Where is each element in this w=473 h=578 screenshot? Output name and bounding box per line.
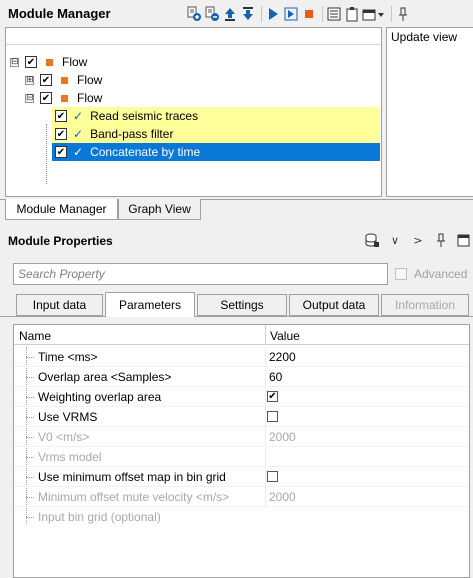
property-value-input[interactable]: 2200 xyxy=(269,350,296,364)
property-name: Overlap area <Samples> xyxy=(38,370,172,384)
module-tree[interactable]: ⊟ ✔ Flow ⊞ ✔ Flow ⊟ ✔ Flow ✔ ✓ Read seis… xyxy=(5,27,382,197)
tree-checkbox[interactable]: ✔ xyxy=(55,146,67,158)
property-name: Time <ms> xyxy=(38,350,98,364)
tab-module-manager[interactable]: Module Manager xyxy=(5,199,118,220)
module-properties-toolbar: ∨ > xyxy=(364,232,473,248)
window-dropdown-icon[interactable] xyxy=(362,6,386,22)
status-check-icon: ✓ xyxy=(73,127,84,141)
clipboard-icon[interactable] xyxy=(344,6,360,22)
tree-checkbox[interactable]: ✔ xyxy=(55,110,67,122)
database-icon[interactable] xyxy=(364,232,380,248)
flow-icon xyxy=(46,58,53,66)
tree-checkbox[interactable]: ✔ xyxy=(40,92,52,104)
tree-item-label: Flow xyxy=(62,55,88,69)
property-value: 2000 xyxy=(269,490,296,504)
property-row-min-offset-map[interactable]: Use minimum offset map in bin grid xyxy=(14,467,469,487)
property-name: Use VRMS xyxy=(38,410,98,424)
toolbar-divider xyxy=(391,6,392,22)
property-row-input-bin-grid: Input bin grid (optional) xyxy=(14,507,469,527)
move-up-icon[interactable] xyxy=(222,6,238,22)
add-module-icon[interactable] xyxy=(186,6,202,22)
tree-item-label: Flow xyxy=(77,91,103,105)
search-property-input[interactable]: Search Property xyxy=(13,263,388,285)
property-name: Use minimum offset map in bin grid xyxy=(38,470,226,484)
grid-header: Name Value xyxy=(14,325,469,345)
tree-item-flow-expanded[interactable]: ⊟ ✔ Flow xyxy=(25,89,102,107)
property-row-min-offset-velocity: Minimum offset mute velocity <m/s> 2000 xyxy=(14,487,469,507)
pin-icon[interactable] xyxy=(395,6,411,22)
tab-output-data[interactable]: Output data xyxy=(289,294,379,316)
move-down-icon[interactable] xyxy=(240,6,256,22)
tree-header xyxy=(6,28,381,45)
property-row-v0: V0 <m/s> 2000 xyxy=(14,427,469,447)
property-row-weighting-overlap[interactable]: Weighting overlap area ✔ xyxy=(14,387,469,407)
tree-item-read-seismic-traces[interactable]: ✔ ✓ Read seismic traces xyxy=(52,107,380,125)
property-checkbox[interactable] xyxy=(267,471,278,482)
tree-item-label: Flow xyxy=(77,73,103,87)
property-row-use-vrms[interactable]: Use VRMS xyxy=(14,407,469,427)
property-name: Minimum offset mute velocity <m/s> xyxy=(38,490,230,504)
property-value-input[interactable]: 60 xyxy=(269,370,282,384)
property-value: 2000 xyxy=(269,430,296,444)
stop-icon[interactable] xyxy=(301,6,317,22)
expand-icon[interactable]: ⊞ xyxy=(25,75,34,85)
run-icon[interactable] xyxy=(265,6,281,22)
property-name: V0 <m/s> xyxy=(38,430,90,444)
tree-item-label: Read seismic traces xyxy=(90,109,199,123)
property-row-overlap-area[interactable]: Overlap area <Samples> 60 xyxy=(14,367,469,387)
tree-item-concatenate-by-time[interactable]: ✔ ✓ Concatenate by time xyxy=(52,143,380,161)
column-name-header[interactable]: Name xyxy=(19,329,51,343)
property-checkbox[interactable] xyxy=(267,411,278,422)
module-manager-title: Module Manager xyxy=(8,6,111,21)
tree-checkbox[interactable]: ✔ xyxy=(25,56,37,68)
tab-baseline xyxy=(0,316,473,317)
tree-checkbox[interactable]: ✔ xyxy=(55,128,67,140)
module-manager-tabs: Module Manager Graph View xyxy=(0,199,473,221)
property-row-vrms-model: Vrms model xyxy=(14,447,469,467)
tree-item-label: Band-pass filter xyxy=(90,127,174,141)
flow-icon xyxy=(61,94,68,102)
tree-item-flow[interactable]: ⊞ ✔ Flow xyxy=(25,71,102,89)
advanced-label: Advanced xyxy=(414,267,468,281)
tab-information: Information xyxy=(381,294,469,316)
tree-connector xyxy=(46,124,47,184)
pin-icon[interactable] xyxy=(433,232,449,248)
flow-icon xyxy=(61,76,68,84)
collapse-icon[interactable]: ⊟ xyxy=(25,93,34,103)
column-value-header[interactable]: Value xyxy=(270,329,300,343)
update-view-label: Update view xyxy=(391,30,458,44)
advanced-toggle[interactable]: Advanced xyxy=(395,267,467,281)
module-properties-title: Module Properties xyxy=(8,234,113,248)
tab-settings[interactable]: Settings xyxy=(197,294,287,316)
collapse-icon[interactable]: ⊟ xyxy=(10,57,19,67)
tree-item-flow-root[interactable]: ⊟ ✔ Flow xyxy=(10,53,87,71)
tab-input-data[interactable]: Input data xyxy=(16,294,103,316)
toolbar-divider xyxy=(322,6,323,22)
tree-checkbox[interactable]: ✔ xyxy=(40,74,52,86)
update-view-panel: Update view xyxy=(386,27,473,197)
remove-module-icon[interactable] xyxy=(204,6,220,22)
property-row-time[interactable]: Time <ms> 2200 xyxy=(14,347,469,367)
advanced-checkbox[interactable] xyxy=(395,268,407,280)
property-grid[interactable]: Name Value Time <ms> 2200 Overlap area <… xyxy=(13,324,470,578)
property-checkbox[interactable]: ✔ xyxy=(267,391,278,402)
toolbar-divider xyxy=(261,6,262,22)
property-name: Vrms model xyxy=(38,450,102,464)
module-manager-toolbar xyxy=(186,4,413,24)
status-check-icon: ✓ xyxy=(73,145,84,159)
tree-item-label: Concatenate by time xyxy=(90,145,201,159)
chevron-down-icon[interactable]: ∨ xyxy=(387,232,403,248)
tab-parameters[interactable]: Parameters xyxy=(105,292,195,317)
run-step-icon[interactable] xyxy=(283,6,299,22)
status-check-icon: ✓ xyxy=(73,109,84,123)
list-icon[interactable] xyxy=(326,6,342,22)
property-name: Weighting overlap area xyxy=(38,390,162,404)
chevron-right-icon[interactable]: > xyxy=(410,232,426,248)
tree-item-band-pass-filter[interactable]: ✔ ✓ Band-pass filter xyxy=(52,125,380,143)
tab-graph-view[interactable]: Graph View xyxy=(118,199,201,220)
window-icon[interactable] xyxy=(456,232,472,248)
property-name: Input bin grid (optional) xyxy=(38,510,161,524)
